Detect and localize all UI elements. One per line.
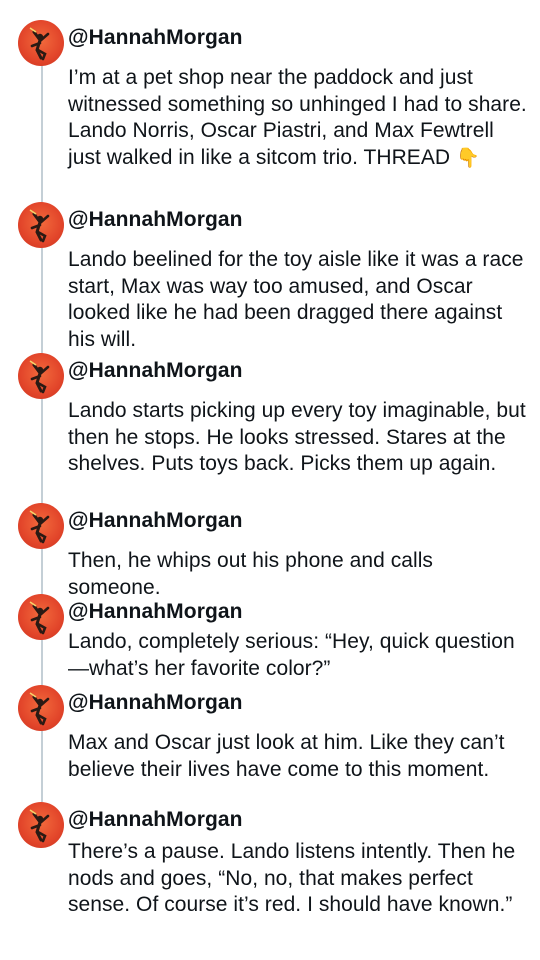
tweet-handle[interactable]: @HannahMorgan [68,26,243,50]
tweet-text: Lando starts picking up every toy imagin… [68,399,526,475]
avatar-figure-icon [29,360,50,394]
tweet-handle[interactable]: @HannahMorgan [68,691,243,715]
avatar-figure-icon [29,809,50,843]
avatar-figure-icon [29,209,50,243]
tweet-text: Then, he whips out his phone and calls s… [68,549,433,599]
avatar[interactable] [18,503,64,549]
avatar[interactable] [18,685,64,731]
avatar-figure-icon [29,692,50,726]
tweet-text: Lando, completely serious: “Hey, quick q… [68,630,515,680]
avatar[interactable] [18,594,64,640]
avatar-figure-icon [29,601,50,635]
avatar-figure-icon [29,27,50,61]
tweet-text: I’m at a pet shop near the paddock and j… [68,65,528,172]
pointing-down-icon: 👇 [456,147,480,169]
avatar[interactable] [18,20,64,66]
tweet-handle[interactable]: @HannahMorgan [68,208,243,232]
avatar-figure-icon [29,510,50,544]
tweet-handle[interactable]: @HannahMorgan [68,509,243,533]
avatar[interactable] [18,202,64,248]
avatar[interactable] [18,353,64,399]
tweet-handle[interactable]: @HannahMorgan [68,359,243,383]
tweet-handle[interactable]: @HannahMorgan [68,808,243,832]
tweet-text: There’s a pause. Lando listens intently.… [68,840,516,916]
tweet-handle[interactable]: @HannahMorgan [68,600,243,624]
tweet-text: Max and Oscar just look at him. Like the… [68,731,505,781]
avatar[interactable] [18,802,64,848]
tweet-text: Lando beelined for the toy aisle like it… [68,248,524,351]
